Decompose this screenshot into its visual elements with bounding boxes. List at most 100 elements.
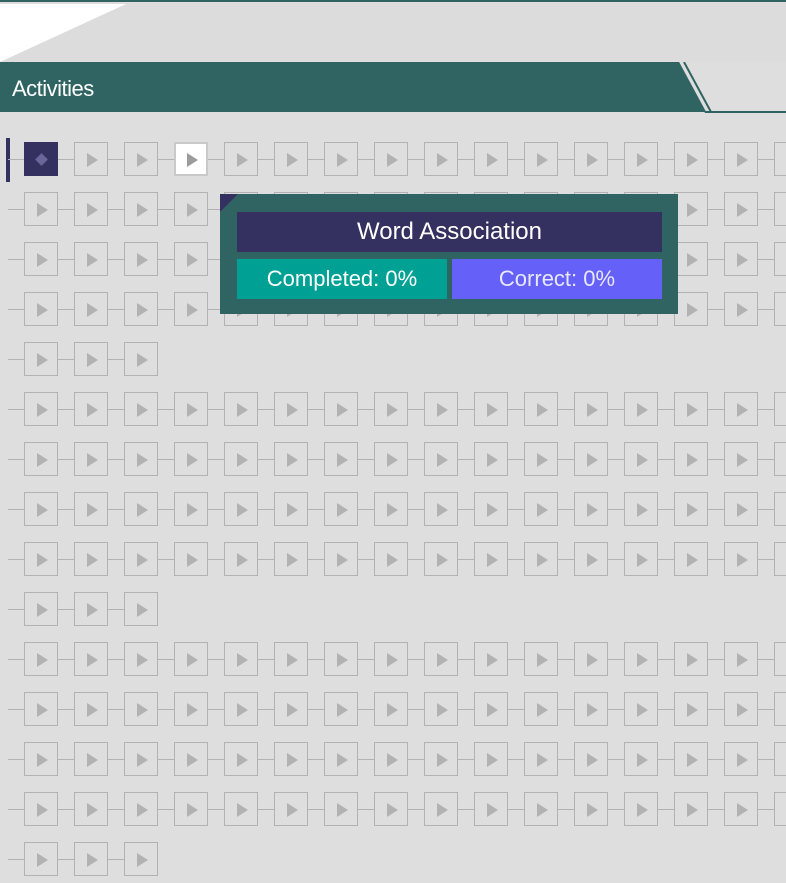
activity-tile[interactable] — [724, 142, 758, 176]
activity-tile[interactable] — [324, 492, 358, 526]
activity-tile[interactable] — [374, 642, 408, 676]
activity-tile[interactable] — [424, 492, 458, 526]
activity-tile[interactable] — [624, 392, 658, 426]
activity-tile[interactable] — [524, 642, 558, 676]
activity-tile[interactable] — [424, 642, 458, 676]
activity-tile[interactable] — [674, 642, 708, 676]
activity-tile[interactable] — [74, 842, 108, 876]
activity-tile[interactable] — [174, 542, 208, 576]
activity-tile[interactable] — [774, 392, 786, 426]
activity-tile[interactable] — [74, 192, 108, 226]
activity-tile[interactable] — [574, 142, 608, 176]
activity-tile[interactable] — [524, 742, 558, 776]
activity-tile[interactable] — [624, 492, 658, 526]
activity-tile[interactable] — [724, 442, 758, 476]
activity-tile[interactable] — [124, 392, 158, 426]
activity-tile[interactable] — [74, 692, 108, 726]
activity-tile[interactable] — [724, 392, 758, 426]
activity-tile[interactable] — [274, 742, 308, 776]
activity-tile[interactable] — [174, 692, 208, 726]
activity-tile[interactable] — [574, 442, 608, 476]
activity-tile[interactable] — [174, 492, 208, 526]
activity-tile[interactable] — [574, 542, 608, 576]
activity-tile[interactable] — [174, 792, 208, 826]
activity-tile[interactable] — [224, 642, 258, 676]
activity-tile[interactable] — [774, 492, 786, 526]
activity-tile[interactable] — [274, 642, 308, 676]
activity-tile[interactable] — [424, 542, 458, 576]
activity-tile[interactable] — [624, 142, 658, 176]
activity-tile[interactable] — [424, 692, 458, 726]
activity-tile[interactable] — [374, 542, 408, 576]
activity-tile[interactable] — [574, 792, 608, 826]
activity-tile[interactable] — [374, 792, 408, 826]
activity-tile[interactable] — [74, 542, 108, 576]
activity-tile[interactable] — [724, 292, 758, 326]
activity-tile[interactable] — [74, 242, 108, 276]
activity-tile[interactable] — [24, 342, 58, 376]
hovered-activity-tile[interactable] — [174, 142, 208, 176]
activity-tile[interactable] — [24, 242, 58, 276]
activity-tile[interactable] — [174, 642, 208, 676]
activity-tile[interactable] — [24, 392, 58, 426]
activity-tile[interactable] — [124, 592, 158, 626]
activity-tile[interactable] — [124, 492, 158, 526]
activity-tile[interactable] — [74, 592, 108, 626]
activity-tile[interactable] — [424, 792, 458, 826]
activity-tile[interactable] — [424, 392, 458, 426]
activity-tile[interactable] — [674, 792, 708, 826]
activity-tile[interactable] — [324, 692, 358, 726]
activity-tile[interactable] — [624, 542, 658, 576]
activity-tile[interactable] — [524, 692, 558, 726]
activity-tile[interactable] — [324, 142, 358, 176]
activity-tile[interactable] — [74, 642, 108, 676]
activity-tile[interactable] — [674, 442, 708, 476]
activity-tile[interactable] — [724, 242, 758, 276]
activity-tile[interactable] — [724, 542, 758, 576]
activity-tile[interactable] — [224, 742, 258, 776]
activity-tile[interactable] — [174, 192, 208, 226]
activity-tile[interactable] — [774, 642, 786, 676]
activity-tile[interactable] — [374, 492, 408, 526]
activity-tile[interactable] — [224, 392, 258, 426]
activity-tile[interactable] — [424, 442, 458, 476]
activity-tile[interactable] — [324, 392, 358, 426]
activity-tile[interactable] — [774, 242, 786, 276]
activity-tile[interactable] — [124, 442, 158, 476]
activity-tile[interactable] — [24, 742, 58, 776]
activity-tile[interactable] — [274, 142, 308, 176]
activity-tile[interactable] — [174, 392, 208, 426]
activity-tile[interactable] — [374, 142, 408, 176]
activity-tile[interactable] — [724, 642, 758, 676]
activity-tile[interactable] — [474, 142, 508, 176]
activity-tile[interactable] — [574, 392, 608, 426]
activity-tile[interactable] — [24, 542, 58, 576]
activity-tile[interactable] — [474, 792, 508, 826]
activity-tile[interactable] — [724, 492, 758, 526]
activity-tile[interactable] — [674, 142, 708, 176]
activity-tile[interactable] — [324, 792, 358, 826]
activity-tile[interactable] — [124, 542, 158, 576]
activity-tile[interactable] — [524, 142, 558, 176]
activity-tile[interactable] — [74, 292, 108, 326]
activity-tile[interactable] — [324, 442, 358, 476]
activity-tile[interactable] — [374, 392, 408, 426]
activity-tile[interactable] — [274, 792, 308, 826]
activity-tile[interactable] — [774, 542, 786, 576]
activity-tile[interactable] — [74, 392, 108, 426]
activity-tile[interactable] — [374, 692, 408, 726]
activity-tile[interactable] — [124, 642, 158, 676]
activity-tile[interactable] — [724, 692, 758, 726]
activity-tile[interactable] — [574, 692, 608, 726]
activity-tile[interactable] — [374, 742, 408, 776]
activity-tile[interactable] — [574, 492, 608, 526]
activity-tile[interactable] — [474, 692, 508, 726]
activity-tile[interactable] — [774, 142, 786, 176]
activity-tile[interactable] — [224, 542, 258, 576]
activity-tile[interactable] — [374, 442, 408, 476]
activity-tile[interactable] — [124, 242, 158, 276]
activity-tile[interactable] — [174, 242, 208, 276]
activity-tile[interactable] — [524, 442, 558, 476]
activity-tile[interactable] — [674, 492, 708, 526]
activity-tile[interactable] — [624, 692, 658, 726]
